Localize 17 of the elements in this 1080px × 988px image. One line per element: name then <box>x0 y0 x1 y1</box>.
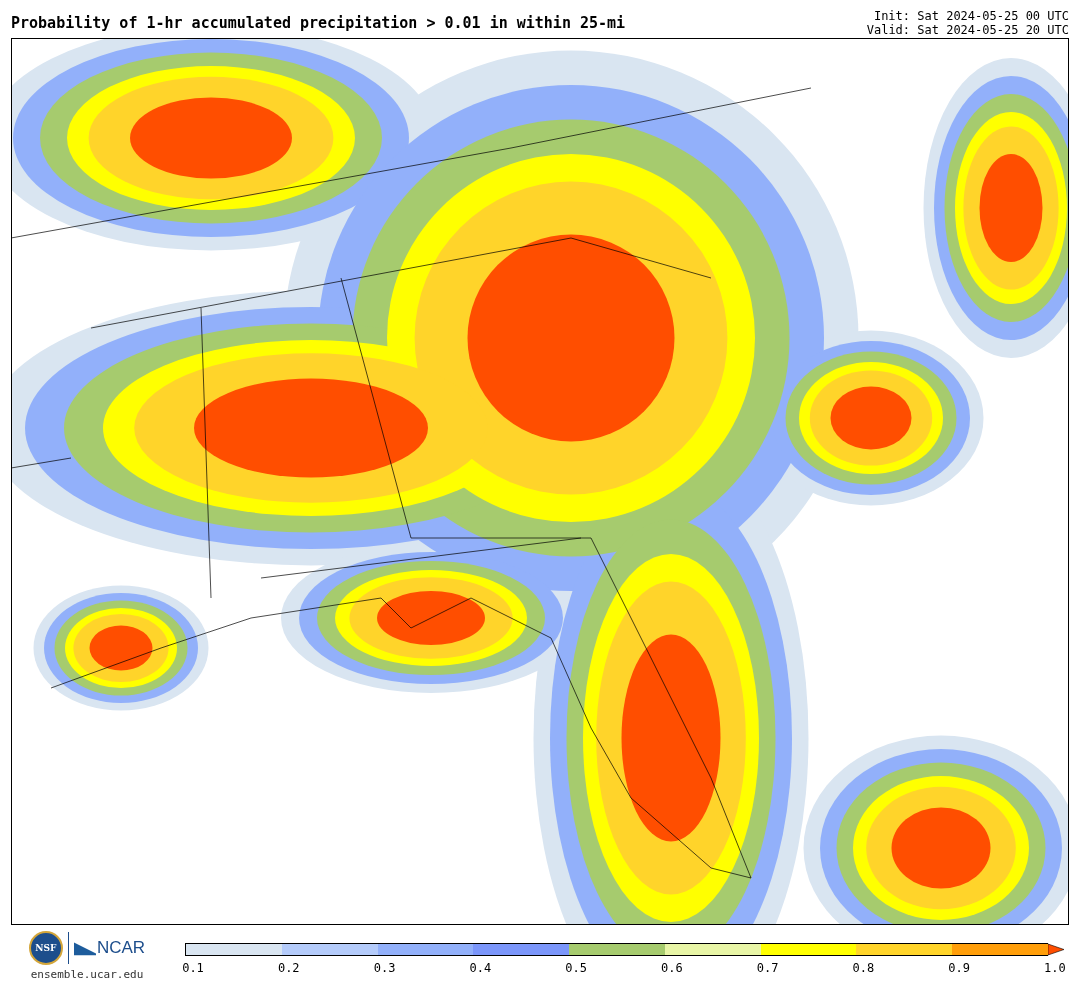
colorbar-tick-label: 0.6 <box>660 961 684 975</box>
nsf-logo: NSF <box>28 931 63 965</box>
site-url: ensemble.ucar.edu <box>30 968 144 981</box>
valid-time: Valid: Sat 2024-05-25 20 UTC <box>866 23 1069 37</box>
init-time: Init: Sat 2024-05-25 00 UTC <box>873 9 1069 23</box>
colorbar-tick-label: 1.0 <box>1043 961 1067 975</box>
colorbar-tick-label: 0.5 <box>564 961 588 975</box>
colorbar-tick-label: 0.1 <box>181 961 205 975</box>
colorbar-tick-label: 0.4 <box>468 961 493 975</box>
mountain-icon <box>73 940 96 956</box>
colorbar-tick-label: 0.2 <box>276 961 301 975</box>
ncar-logo: NCAR <box>96 938 146 958</box>
colorbar-tick-label: 0.8 <box>851 961 876 975</box>
colorbar-tick-label: 0.3 <box>372 961 397 975</box>
colorbar-tick-label: 0.7 <box>755 961 780 975</box>
colorbar-tick-label: 0.9 <box>947 961 971 975</box>
chart-title: Probability of 1-hr accumulated precipitation > 0.01 in within 25-mi <box>11 14 626 34</box>
